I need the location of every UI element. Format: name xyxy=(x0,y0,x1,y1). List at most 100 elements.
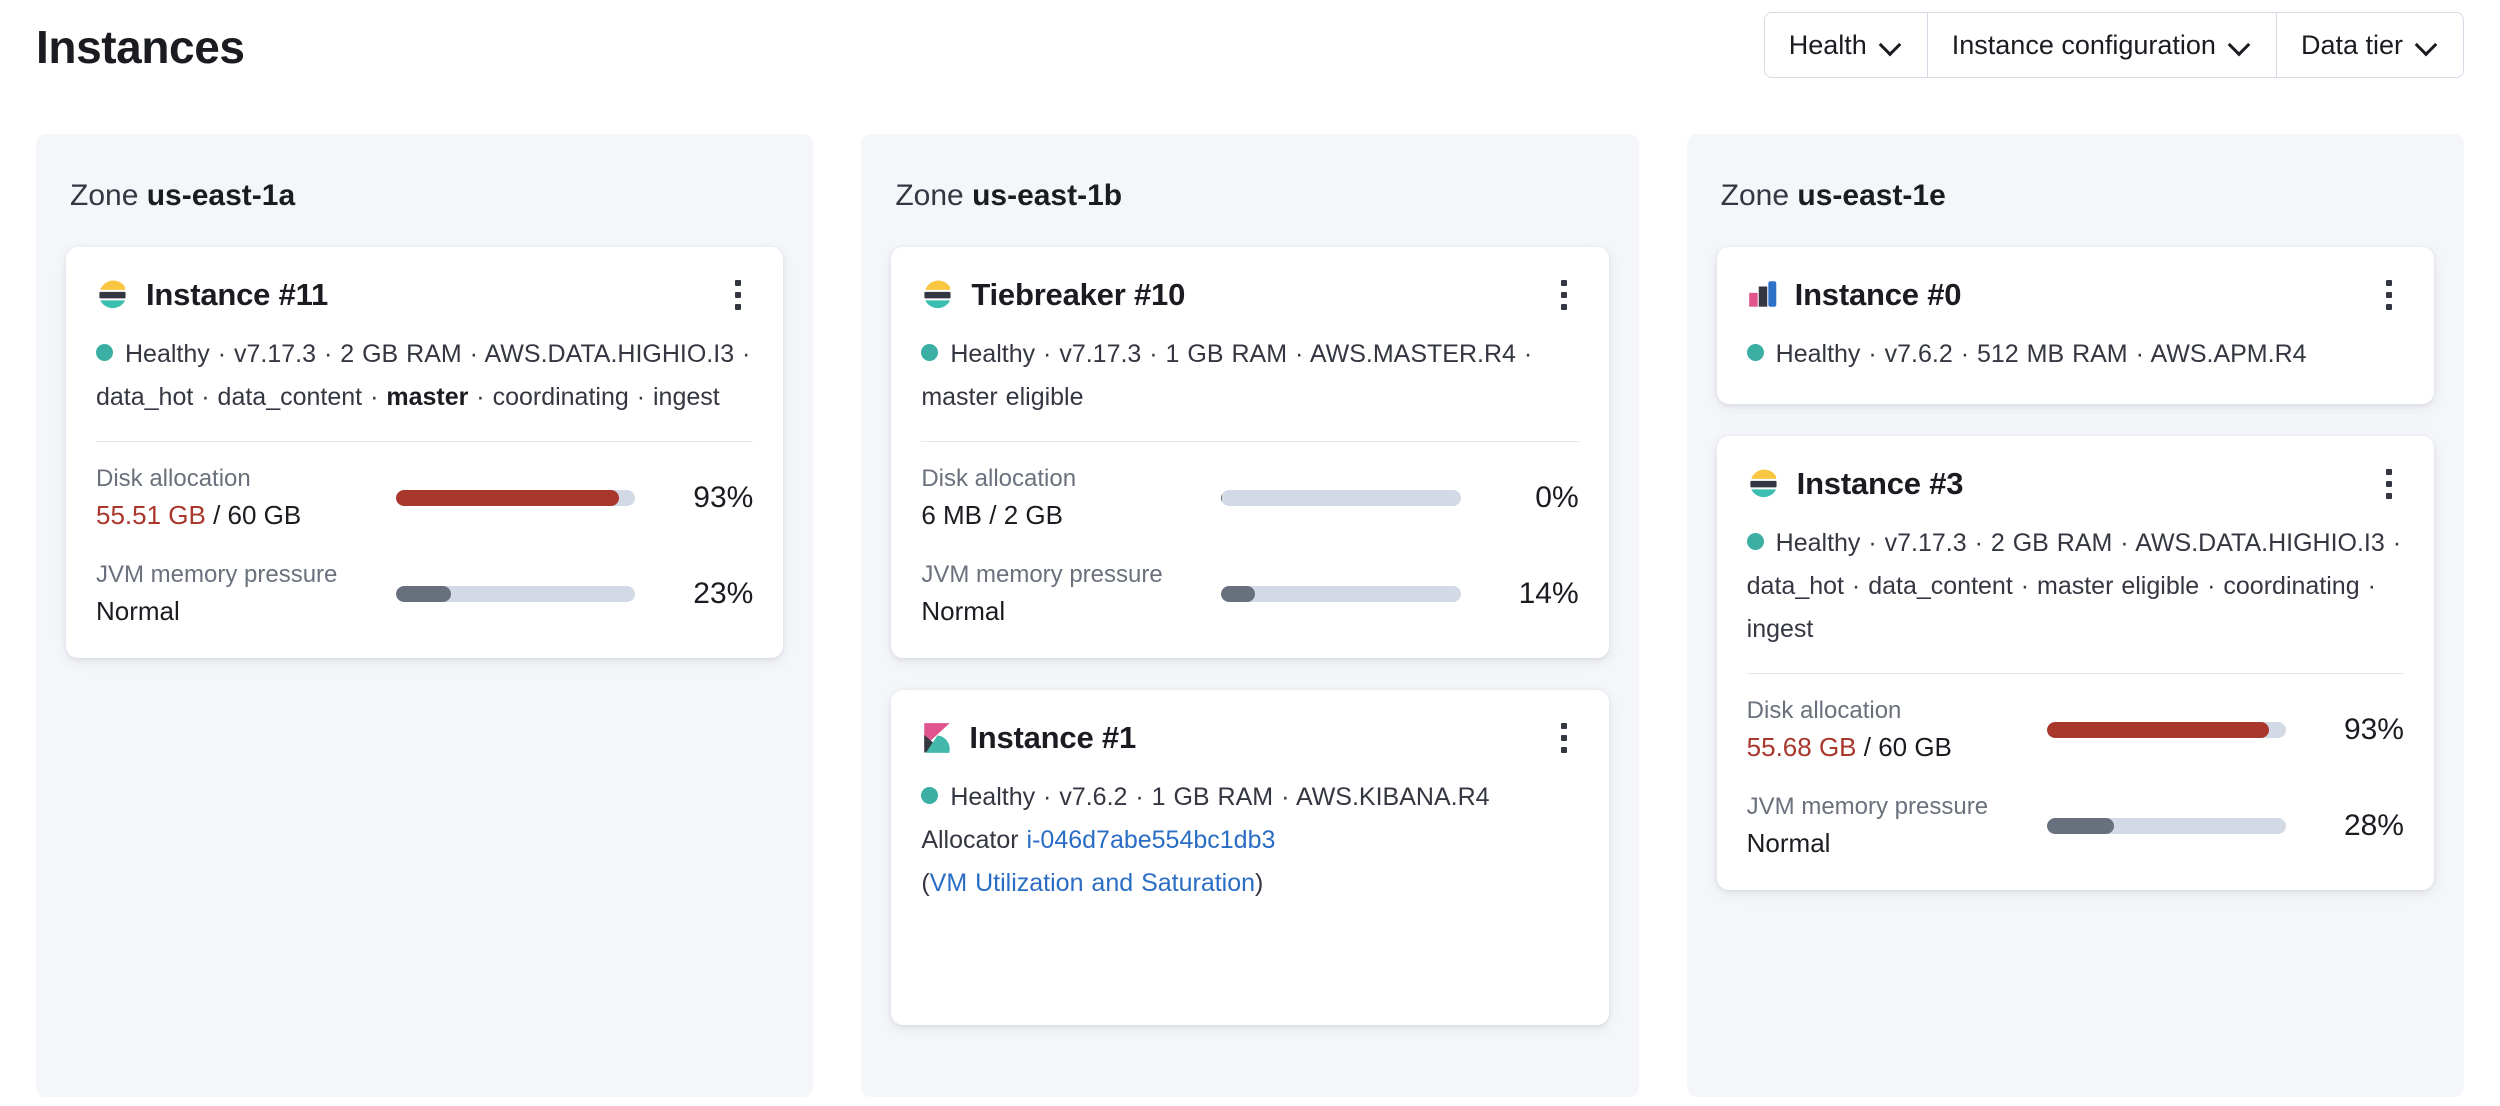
metric-jvm-memory-pressure: JVM memory pressure Normal 14% xyxy=(921,558,1578,630)
disk-percent: 0% xyxy=(1487,481,1579,515)
disk-percent: 93% xyxy=(661,481,753,515)
instance-config-label: AWS.MASTER.R4 xyxy=(1310,340,1516,368)
metric-jvm-memory-pressure: JVM memory pressure Normal 28% xyxy=(1747,790,2404,862)
health-status-label: Healthy xyxy=(1776,340,1861,368)
metric-value: Normal xyxy=(1747,824,2047,862)
disk-progress-fill xyxy=(396,490,619,506)
health-status-label: Healthy xyxy=(950,783,1035,811)
health-status-label: Healthy xyxy=(1776,529,1861,557)
elasticsearch-icon xyxy=(96,278,130,312)
chevron-down-icon xyxy=(2417,34,2439,56)
metric-label-group: JVM memory pressure Normal xyxy=(1747,790,2047,862)
instance-actions-menu-icon[interactable] xyxy=(1549,273,1579,317)
filter-health-button[interactable]: Health xyxy=(1765,13,1928,77)
role-coordinating: coordinating xyxy=(2223,572,2359,600)
jvm-progress-bar xyxy=(1221,586,1460,602)
jvm-progress-bar xyxy=(396,586,635,602)
disk-used: 6 MB xyxy=(921,500,982,530)
role-ingest: ingest xyxy=(653,383,720,411)
disk-progress-bar xyxy=(1221,490,1460,506)
zone-title: Zone us-east-1a xyxy=(70,179,783,213)
role-data-content: data_content xyxy=(1868,572,2013,600)
version-label: v7.6.2 xyxy=(1059,783,1127,811)
zones-container: Zone us-east-1a Instance #11 xyxy=(36,134,2464,1097)
metric-label-group: Disk allocation 55.68 GB / 60 GB xyxy=(1747,694,2047,766)
instance-card[interactable]: Instance #0 Healthy · v7.6.2 · 512 MB RA… xyxy=(1717,247,2434,404)
metric-value: 55.51 GB / 60 GB xyxy=(96,496,396,534)
jvm-percent: 23% xyxy=(661,577,753,611)
instance-config-label: AWS.DATA.HIGHIO.I3 xyxy=(2135,529,2385,557)
disk-progress-bar xyxy=(396,490,635,506)
instance-meta: Healthy · v7.17.3 · 2 GB RAM · AWS.DATA.… xyxy=(1747,522,2404,651)
instance-title-group: Instance #11 xyxy=(96,277,328,313)
allocator-label: Allocator xyxy=(921,826,1018,854)
ram-label: 512 MB RAM xyxy=(1977,340,2128,368)
disk-used: 55.68 GB xyxy=(1747,732,1857,762)
version-label: v7.17.3 xyxy=(1059,340,1141,368)
health-status-label: Healthy xyxy=(125,340,210,368)
instance-card-header: Instance #11 xyxy=(96,273,753,317)
metric-value: Normal xyxy=(96,592,396,630)
role-ingest: ingest xyxy=(1747,615,1814,643)
instance-card[interactable]: Instance #1 Healthy · v7.6.2 · 1 GB RAM … xyxy=(891,690,1608,1025)
zone-panel-us-east-1a: Zone us-east-1a Instance #11 xyxy=(36,134,813,1097)
zone-panel-us-east-1e: Zone us-east-1e Instance #0 xyxy=(1687,134,2464,1097)
metric-name: JVM memory pressure xyxy=(96,558,396,592)
metric-value: 6 MB / 2 GB xyxy=(921,496,1221,534)
instance-allocator-sub: (VM Utilization and Saturation) xyxy=(921,862,1578,905)
page-title: Instances xyxy=(36,20,245,75)
health-status-dot-icon xyxy=(921,787,938,804)
vm-utilization-link[interactable]: VM Utilization and Saturation xyxy=(930,869,1255,897)
ram-label: 1 GB RAM xyxy=(1152,783,1273,811)
instance-config-label: AWS.APM.R4 xyxy=(2150,340,2306,368)
instance-actions-menu-icon[interactable] xyxy=(2374,273,2404,317)
metric-label-group: JVM memory pressure Normal xyxy=(96,558,396,630)
instance-title-group: Instance #3 xyxy=(1747,466,1964,502)
metric-name: JVM memory pressure xyxy=(921,558,1221,592)
jvm-percent: 14% xyxy=(1487,577,1579,611)
zone-name: us-east-1a xyxy=(147,179,295,212)
card-divider xyxy=(1747,673,2404,674)
filter-data-tier-button[interactable]: Data tier xyxy=(2277,13,2463,77)
zone-panel-us-east-1b: Zone us-east-1b Tiebreaker #10 xyxy=(861,134,1638,1097)
health-status-dot-icon xyxy=(1747,344,1764,361)
filter-instance-configuration-button[interactable]: Instance configuration xyxy=(1928,13,2277,77)
filter-data-tier-label: Data tier xyxy=(2301,30,2403,61)
ram-label: 2 GB RAM xyxy=(1991,529,2112,557)
ram-label: 1 GB RAM xyxy=(1166,340,1287,368)
instance-card-header: Tiebreaker #10 xyxy=(921,273,1578,317)
disk-progress-fill xyxy=(2047,722,2270,738)
instance-card[interactable]: Instance #3 Healthy · v7.17.3 · 2 GB RAM… xyxy=(1717,436,2434,890)
health-status-dot-icon xyxy=(96,344,113,361)
instance-card-header: Instance #0 xyxy=(1747,273,2404,317)
metric-name: Disk allocation xyxy=(921,462,1221,496)
zone-prefix-label: Zone xyxy=(1721,179,1789,212)
instance-actions-menu-icon[interactable] xyxy=(2374,462,2404,506)
metric-value: 55.68 GB / 60 GB xyxy=(1747,728,2047,766)
zone-prefix-label: Zone xyxy=(895,179,963,212)
instance-meta: Healthy · v7.6.2 · 1 GB RAM · AWS.KIBANA… xyxy=(921,776,1578,819)
kibana-icon xyxy=(921,721,953,755)
instance-title: Instance #11 xyxy=(146,277,328,313)
metric-label-group: Disk allocation 6 MB / 2 GB xyxy=(921,462,1221,534)
metric-disk-allocation: Disk allocation 6 MB / 2 GB 0% xyxy=(921,462,1578,534)
instance-title: Instance #0 xyxy=(1795,277,1962,313)
chevron-down-icon xyxy=(1881,34,1903,56)
instance-title-group: Tiebreaker #10 xyxy=(921,277,1185,313)
instance-card[interactable]: Tiebreaker #10 Healthy · v7.17.3 · 1 GB … xyxy=(891,247,1608,658)
version-label: v7.6.2 xyxy=(1885,340,1953,368)
instance-card-header: Instance #1 xyxy=(921,716,1578,760)
instance-actions-menu-icon[interactable] xyxy=(723,273,753,317)
ram-label: 2 GB RAM xyxy=(340,340,461,368)
disk-used: 55.51 GB xyxy=(96,500,206,530)
allocator-link[interactable]: i-046d7abe554bc1db3 xyxy=(1027,826,1276,854)
role-master-eligible: master eligible xyxy=(921,383,1083,411)
jvm-progress-fill xyxy=(2047,818,2114,834)
instance-title: Instance #1 xyxy=(969,720,1136,756)
instance-card[interactable]: Instance #11 Healthy · v7.17.3 · 2 GB RA… xyxy=(66,247,783,658)
zone-prefix-label: Zone xyxy=(70,179,138,212)
instance-meta: Healthy · v7.6.2 · 512 MB RAM · AWS.APM.… xyxy=(1747,333,2404,376)
disk-progress-fill xyxy=(1221,490,1222,506)
instance-actions-menu-icon[interactable] xyxy=(1549,716,1579,760)
elasticsearch-icon xyxy=(1747,467,1781,501)
